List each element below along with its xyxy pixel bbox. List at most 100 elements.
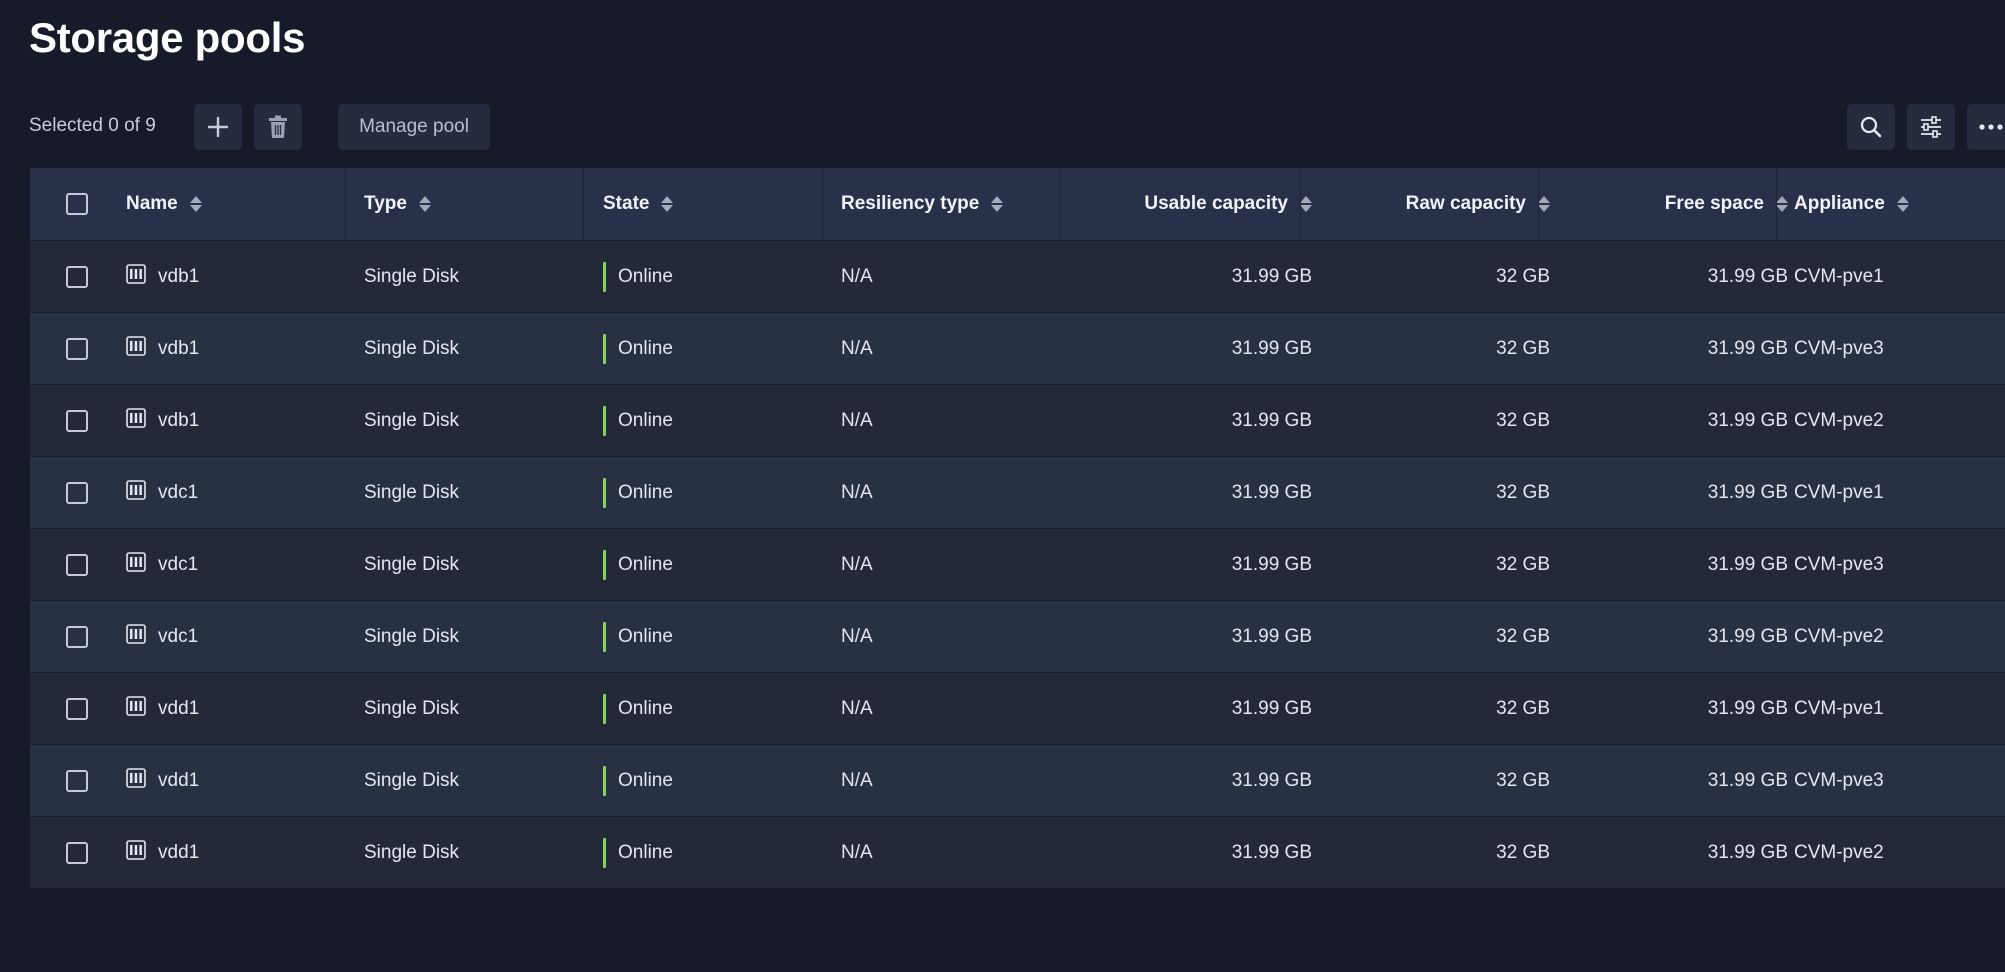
delete-pool-button[interactable]: [254, 104, 302, 150]
column-header-state[interactable]: State: [603, 168, 823, 240]
pool-appliance: CVM-pve3: [1794, 553, 1884, 575]
table-row[interactable]: vdb1 Single Disk Online N/A 31.99 GB 32 …: [30, 240, 2005, 312]
table-row[interactable]: vdb1 Single Disk Online N/A 31.99 GB 32 …: [30, 312, 2005, 384]
row-checkbox[interactable]: [66, 769, 88, 792]
column-header-label: Name: [126, 193, 178, 214]
column-header-raw-capacity[interactable]: Raw capacity: [1300, 168, 1550, 240]
row-checkbox[interactable]: [66, 409, 88, 432]
column-header-name[interactable]: Name: [126, 168, 376, 240]
row-select-cell: [66, 241, 96, 312]
type-cell: Single Disk: [364, 313, 584, 384]
pool-name: vdc1: [158, 481, 199, 503]
table-header: Name Type State Resiliency type Usable c…: [30, 168, 2005, 240]
disk-pool-icon: [126, 263, 146, 290]
appliance-cell: CVM-pve1: [1794, 241, 2005, 312]
raw-capacity-cell: 32 GB: [1300, 385, 1550, 456]
column-header-label: Raw capacity: [1405, 193, 1526, 214]
state-cell: Online: [603, 601, 823, 672]
row-checkbox[interactable]: [66, 265, 88, 288]
row-select-cell: [66, 817, 96, 888]
disk-pool-icon: [126, 407, 146, 434]
trash-icon: [269, 115, 287, 138]
row-checkbox[interactable]: [66, 625, 88, 648]
pool-type: Single Disk: [364, 841, 460, 863]
pool-free-space: 31.99 GB: [1707, 625, 1788, 647]
pool-name: vdc1: [158, 553, 199, 575]
table-row[interactable]: vdc1 Single Disk Online N/A 31.99 GB 32 …: [30, 456, 2005, 528]
plus-icon: [207, 116, 229, 138]
row-select-cell: [66, 385, 96, 456]
pool-appliance: CVM-pve2: [1794, 625, 1884, 647]
pool-name: vdd1: [158, 697, 200, 719]
resiliency-cell: N/A: [841, 457, 1061, 528]
column-header-label: Resiliency type: [841, 193, 980, 214]
pool-appliance: CVM-pve3: [1794, 769, 1884, 791]
page-title: Storage pools: [29, 14, 306, 61]
type-cell: Single Disk: [364, 817, 584, 888]
state-cell: Online: [603, 529, 823, 600]
column-header-appliance[interactable]: Appliance: [1794, 168, 2005, 240]
state-cell: Online: [603, 745, 823, 816]
pool-resiliency: N/A: [841, 769, 873, 791]
row-checkbox[interactable]: [66, 553, 88, 576]
row-select-cell: [66, 745, 96, 816]
sliders-icon: [1921, 116, 1941, 138]
column-header-type[interactable]: Type: [364, 168, 584, 240]
table-row[interactable]: vdd1 Single Disk Online N/A 31.99 GB 32 …: [30, 672, 2005, 744]
column-header-free-space[interactable]: Free space: [1538, 168, 1788, 240]
name-cell: vdc1: [126, 601, 346, 672]
column-header-usable-capacity[interactable]: Usable capacity: [1060, 168, 1312, 240]
sort-icon: [189, 196, 202, 212]
storage-pools-table: Name Type State Resiliency type Usable c…: [30, 168, 2005, 888]
appliance-cell: CVM-pve2: [1794, 601, 2005, 672]
pool-type: Single Disk: [364, 769, 460, 791]
pool-free-space: 31.99 GB: [1707, 337, 1788, 359]
appliance-cell: CVM-pve3: [1794, 313, 2005, 384]
pool-free-space: 31.99 GB: [1707, 481, 1788, 503]
raw-capacity-cell: 32 GB: [1300, 529, 1550, 600]
row-checkbox[interactable]: [66, 337, 88, 360]
type-cell: Single Disk: [364, 241, 584, 312]
row-checkbox[interactable]: [66, 481, 88, 504]
select-all-checkbox[interactable]: [66, 193, 88, 215]
free-space-cell: 31.99 GB: [1538, 385, 1788, 456]
state-indicator: [603, 405, 606, 436]
type-cell: Single Disk: [364, 385, 584, 456]
raw-capacity-cell: 32 GB: [1300, 601, 1550, 672]
free-space-cell: 31.99 GB: [1538, 529, 1788, 600]
pool-type: Single Disk: [364, 337, 460, 359]
appliance-cell: CVM-pve2: [1794, 817, 2005, 888]
name-cell: vdd1: [126, 817, 346, 888]
free-space-cell: 31.99 GB: [1538, 313, 1788, 384]
resiliency-cell: N/A: [841, 673, 1061, 744]
search-button[interactable]: [1847, 104, 1895, 150]
pool-appliance: CVM-pve1: [1794, 481, 1884, 503]
pool-appliance: CVM-pve1: [1794, 265, 1884, 287]
resiliency-cell: N/A: [841, 241, 1061, 312]
row-select-cell: [66, 457, 96, 528]
state-cell: Online: [603, 817, 823, 888]
state-cell: Online: [603, 241, 823, 312]
pool-type: Single Disk: [364, 625, 460, 647]
usable-capacity-cell: 31.99 GB: [1060, 673, 1312, 744]
table-row[interactable]: vdd1 Single Disk Online N/A 31.99 GB 32 …: [30, 744, 2005, 816]
pool-type: Single Disk: [364, 481, 460, 503]
pool-resiliency: N/A: [841, 481, 873, 503]
appliance-cell: CVM-pve2: [1794, 385, 2005, 456]
table-row[interactable]: vdb1 Single Disk Online N/A 31.99 GB 32 …: [30, 384, 2005, 456]
add-pool-button[interactable]: [194, 104, 242, 150]
column-header-resiliency[interactable]: Resiliency type: [841, 168, 1061, 240]
pool-state: Online: [618, 841, 673, 863]
table-row[interactable]: vdd1 Single Disk Online N/A 31.99 GB 32 …: [30, 816, 2005, 888]
manage-pool-button[interactable]: Manage pool: [338, 104, 490, 150]
usable-capacity-cell: 31.99 GB: [1060, 457, 1312, 528]
disk-pool-icon: [126, 551, 146, 578]
row-checkbox[interactable]: [66, 841, 88, 864]
pool-appliance: CVM-pve3: [1794, 337, 1884, 359]
table-row[interactable]: vdc1 Single Disk Online N/A 31.99 GB 32 …: [30, 600, 2005, 672]
row-checkbox[interactable]: [66, 697, 88, 720]
table-row[interactable]: vdc1 Single Disk Online N/A 31.99 GB 32 …: [30, 528, 2005, 600]
column-settings-button[interactable]: [1907, 104, 1955, 150]
type-cell: Single Disk: [364, 601, 584, 672]
more-actions-button[interactable]: [1967, 104, 2005, 150]
